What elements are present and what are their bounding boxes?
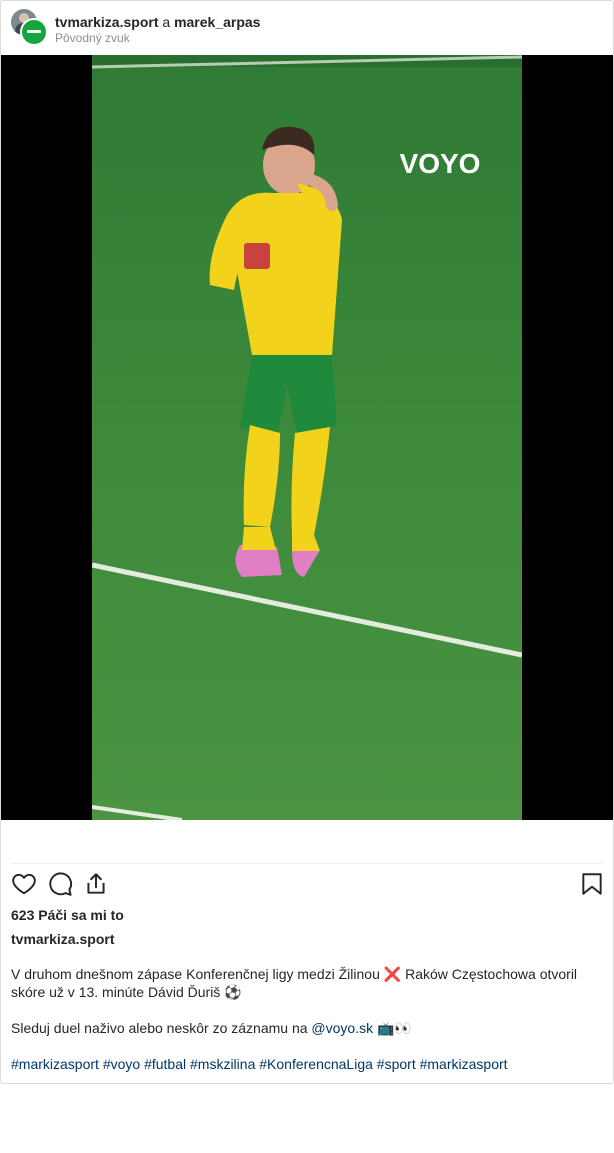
- avatar-tvmarkiza-sport[interactable]: [20, 18, 48, 46]
- post-accounts: tvmarkiza.sport a marek_arpas: [55, 14, 260, 30]
- hashtag-link[interactable]: #markizasport: [11, 1056, 99, 1072]
- hashtags: #markizasport #voyo #futbal #mskzilina #…: [11, 1055, 603, 1073]
- likes-count[interactable]: 623 Páči sa mi to: [11, 906, 124, 924]
- caption-author[interactable]: tvmarkiza.sport: [11, 930, 114, 948]
- actions-divider: [11, 863, 603, 864]
- voyo-watermark: VOYO: [400, 148, 481, 179]
- post-caption: V druhom dnešnom zápase Konferenčnej lig…: [11, 965, 603, 1073]
- comment-icon[interactable]: [47, 871, 73, 897]
- caption-line-2: Sleduj duel naživo alebo neskôr zo zázna…: [11, 1019, 603, 1037]
- hashtag-link[interactable]: #voyo: [103, 1056, 140, 1072]
- post-header: tvmarkiza.sport a marek_arpas Pôvodný zv…: [1, 1, 613, 55]
- hashtag-link[interactable]: #mskzilina: [190, 1056, 255, 1072]
- hashtag-link[interactable]: #markizasport: [420, 1056, 508, 1072]
- heart-icon[interactable]: [11, 871, 37, 897]
- account-joiner: a: [162, 14, 171, 30]
- share-icon[interactable]: [83, 871, 109, 897]
- caption-line-2-text: Sleduj duel naživo alebo neskôr zo zázna…: [11, 1020, 308, 1036]
- caption-line-1: V druhom dnešnom zápase Konferenčnej lig…: [11, 966, 578, 1000]
- collab-avatars[interactable]: [11, 9, 48, 46]
- hashtag-link[interactable]: #KonferencnaLiga: [259, 1056, 373, 1072]
- hashtag-link[interactable]: #futbal: [144, 1056, 186, 1072]
- video-player[interactable]: VOYO: [1, 55, 613, 820]
- instagram-embed-card: tvmarkiza.sport a marek_arpas Pôvodný zv…: [0, 0, 614, 1084]
- audio-label[interactable]: Pôvodný zvuk: [55, 31, 130, 45]
- account-primary-link[interactable]: tvmarkiza.sport: [55, 14, 158, 30]
- post-actions: [11, 871, 603, 901]
- hashtag-link[interactable]: #sport: [377, 1056, 416, 1072]
- account-secondary-link[interactable]: marek_arpas: [174, 14, 260, 30]
- video-frame[interactable]: VOYO: [92, 55, 522, 820]
- caption-emoji: 📺👀: [377, 1020, 412, 1036]
- bookmark-icon[interactable]: [579, 871, 605, 897]
- mention-link[interactable]: @voyo.sk: [311, 1020, 373, 1036]
